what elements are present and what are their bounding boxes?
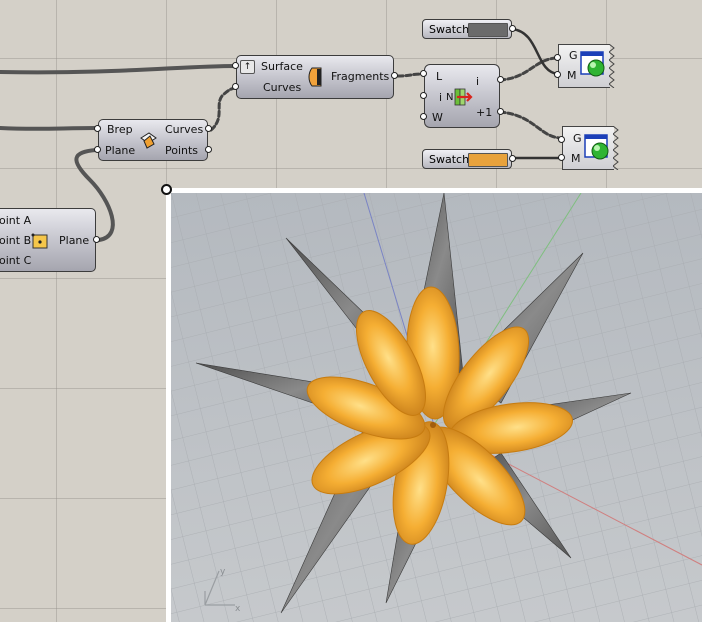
input-plane-label: Plane bbox=[105, 144, 136, 157]
swatch-top-output-grip[interactable] bbox=[509, 25, 516, 32]
preview-bottom-material-label: M bbox=[571, 152, 581, 165]
surface-split-output-grip[interactable] bbox=[391, 72, 398, 79]
wire-next-geom bbox=[498, 110, 564, 140]
wire-item-geom bbox=[498, 56, 560, 82]
plane-3pt-output-grip[interactable] bbox=[93, 236, 100, 243]
wrap-input-grip[interactable] bbox=[420, 113, 427, 120]
preview-bottom-geometry-label: G bbox=[573, 132, 582, 145]
output-next-label: +1 bbox=[476, 106, 493, 119]
preview-sphere-icon bbox=[584, 134, 609, 160]
preview-bottom-component[interactable]: G M bbox=[562, 126, 619, 170]
preview-top-material-label: M bbox=[567, 69, 577, 82]
flower-center bbox=[430, 422, 436, 428]
curves-output-grip[interactable] bbox=[205, 125, 212, 132]
item-output-grip[interactable] bbox=[497, 76, 504, 83]
plane-input-grip[interactable] bbox=[94, 146, 101, 153]
preview-top-jagged-edge bbox=[609, 44, 615, 88]
preview-bottom-geometry-grip[interactable] bbox=[558, 136, 565, 143]
swatch-top[interactable]: Swatch bbox=[422, 19, 512, 39]
preview-top-component[interactable]: G M bbox=[558, 44, 615, 88]
surface-split-input-curves-grip[interactable] bbox=[232, 83, 239, 90]
preview-bottom-material-grip[interactable] bbox=[558, 154, 565, 161]
input-list-label: L bbox=[436, 70, 443, 83]
points-output-grip[interactable] bbox=[205, 146, 212, 153]
list-item-icon bbox=[454, 88, 473, 106]
axis-gizmo-x-label: x bbox=[235, 604, 241, 614]
preview-sphere-icon bbox=[580, 51, 605, 77]
viewport-scene: x y bbox=[171, 193, 702, 622]
input-surface-label: Surface bbox=[261, 60, 303, 73]
preview-top-geometry-label: G bbox=[569, 49, 578, 62]
output-fragments-label: Fragments bbox=[331, 70, 390, 83]
output-item-label: i bbox=[476, 75, 480, 88]
input-arrow-icon: ↑ bbox=[240, 60, 255, 74]
wire-surface-in bbox=[0, 64, 238, 75]
preview-bottom-jagged-edge bbox=[613, 126, 619, 170]
output-plane-label: Plane bbox=[59, 234, 90, 247]
surface-split-component[interactable]: ↑ Surface Curves Fragments bbox=[236, 55, 394, 99]
wire-fragments bbox=[396, 72, 424, 78]
preview-top-geometry-grip[interactable] bbox=[554, 54, 561, 61]
list-item-component[interactable]: L i W N i +1 bbox=[424, 64, 500, 128]
surface-split-input-surface-grip[interactable] bbox=[232, 62, 239, 69]
wire-curves bbox=[209, 86, 238, 132]
plane-3pt-component[interactable]: oint A oint B oint C Plane bbox=[0, 208, 96, 272]
output-curves-label: Curves bbox=[165, 123, 204, 136]
rhino-viewport[interactable]: x y bbox=[166, 188, 702, 622]
axis-gizmo-y-label: y bbox=[220, 567, 226, 577]
index-input-grip[interactable] bbox=[420, 92, 427, 99]
input-point-b-label: oint B bbox=[0, 234, 32, 247]
input-point-c-label: oint C bbox=[0, 254, 32, 267]
plane-icon bbox=[31, 233, 48, 249]
list-input-grip[interactable] bbox=[420, 70, 427, 77]
viewport-resize-handle[interactable] bbox=[161, 184, 172, 195]
brep-plane-component[interactable]: Brep Plane Curves Points bbox=[98, 119, 208, 161]
swatch-top-label: Swatch bbox=[429, 23, 470, 36]
input-brep-label: Brep bbox=[107, 123, 133, 136]
brep-input-grip[interactable] bbox=[94, 125, 101, 132]
brep-plane-intersection-icon bbox=[140, 132, 157, 149]
swatch-top-color[interactable] bbox=[468, 23, 508, 37]
swatch-bottom-output-grip[interactable] bbox=[509, 155, 516, 162]
input-curves-label: Curves bbox=[263, 81, 302, 94]
swatch-bottom-color[interactable] bbox=[468, 153, 508, 167]
preview-top-material-grip[interactable] bbox=[554, 71, 561, 78]
swatch-bottom[interactable]: Swatch bbox=[422, 149, 512, 169]
input-index-label: i bbox=[439, 91, 443, 104]
output-points-label: Points bbox=[165, 144, 199, 157]
swatch-bottom-label: Swatch bbox=[429, 153, 470, 166]
wire-brep-in bbox=[0, 126, 98, 131]
input-wrap-label: W bbox=[432, 111, 443, 124]
input-point-a-label: oint A bbox=[0, 214, 32, 227]
split-surface-icon bbox=[308, 67, 322, 87]
next-output-grip[interactable] bbox=[497, 108, 504, 115]
